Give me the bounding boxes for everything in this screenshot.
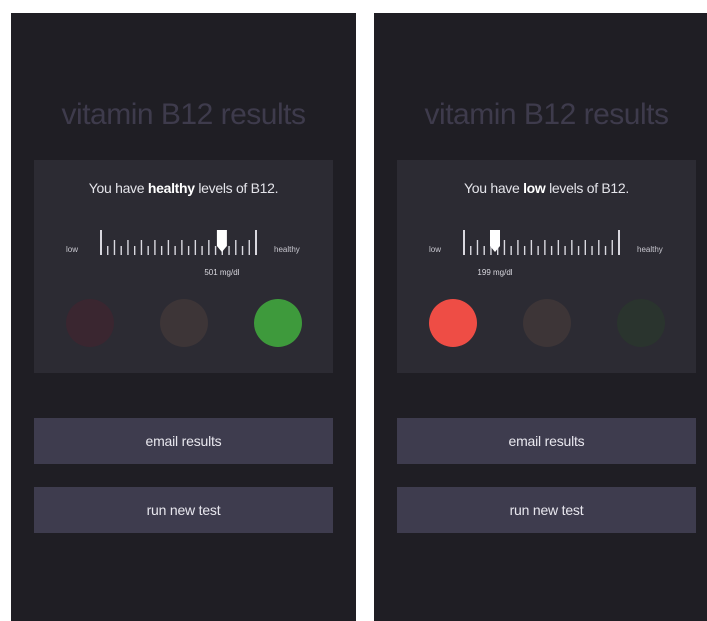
healthy-indicator-light [254,299,302,347]
status-message: You have healthy levels of B12. [34,180,333,196]
results-screen-healthy: vitamin B12 results You have healthy lev… [11,13,356,621]
level-scale [463,230,620,255]
status-level: healthy [147,180,195,196]
results-card: You have healthy levels of B12. low heal… [34,160,333,373]
run-new-test-button[interactable]: run new test [397,487,696,533]
level-marker [216,230,227,252]
run-new-test-button[interactable]: run new test [34,487,333,533]
scale-low-label: low [429,245,442,254]
reading-value: 501 mg/dl [204,268,240,277]
page-title: vitamin B12 results [424,98,669,131]
scale-low-label: low [66,245,79,254]
email-results-button[interactable]: email results [34,418,333,464]
scale-high-label: healthy [274,245,300,254]
reading-value: 199 mg/dl [477,268,513,277]
medium-indicator-light [160,299,208,347]
status-suffix: levels of B12. [194,180,279,196]
medium-indicator-light [523,299,571,347]
results-card: You have low levels of B12. low healthy … [397,160,696,373]
status-message: You have low levels of B12. [397,180,696,196]
results-screen-low: vitamin B12 results You have low levels … [374,13,707,621]
low-indicator-light [429,299,477,347]
scale-high-label: healthy [637,245,663,254]
status-level: low [523,180,546,196]
low-indicator-light [66,299,114,347]
status-suffix: levels of B12. [545,180,629,196]
page-title: vitamin B12 results [61,98,306,131]
email-results-button[interactable]: email results [397,418,696,464]
healthy-indicator-light [617,299,665,347]
status-prefix: You have [464,180,524,196]
status-prefix: You have [88,180,148,196]
level-scale [100,230,257,255]
